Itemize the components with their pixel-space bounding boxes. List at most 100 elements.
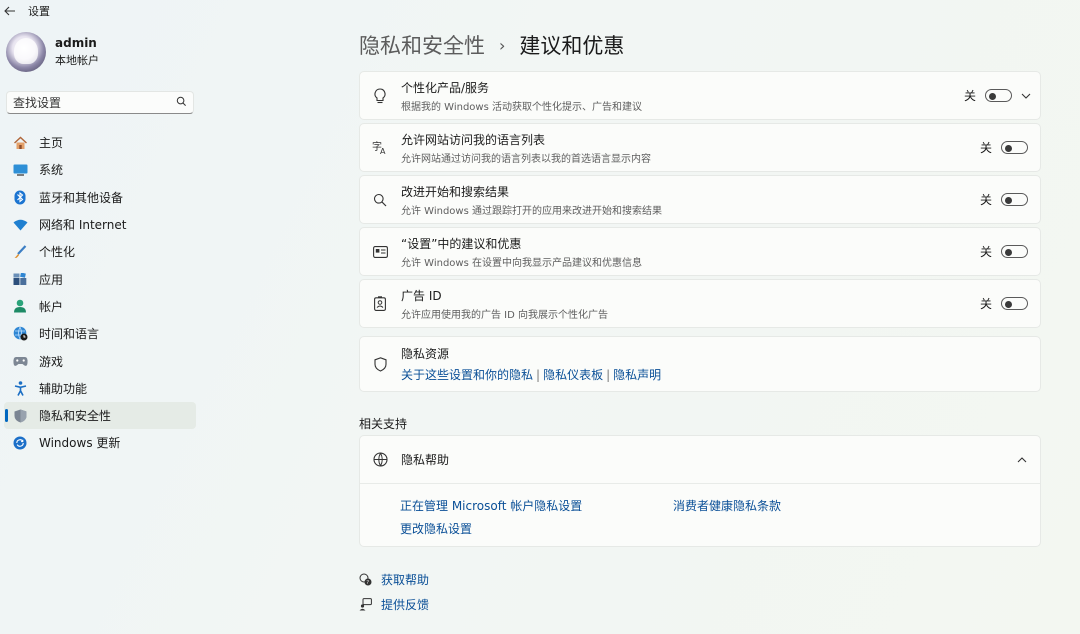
sidebar-item-time-language[interactable]: 时间和语言 xyxy=(4,320,196,347)
toggle-state-label: 关 xyxy=(963,89,976,103)
toggle-state-label: 关 xyxy=(979,297,992,311)
setting-title: 广告 ID xyxy=(401,288,442,303)
brush-icon xyxy=(12,244,28,260)
setting-start-search-results: 改进开始和搜索结果 允许 Windows 通过跟踪打开的应用来改进开始和搜索结果… xyxy=(359,175,1041,224)
svg-text:A: A xyxy=(380,147,386,155)
sidebar-item-accessibility[interactable]: 辅助功能 xyxy=(4,375,196,402)
sidebar-item-label: 系统 xyxy=(39,163,64,178)
sidebar-item-apps[interactable]: 应用 xyxy=(4,265,196,292)
wifi-icon xyxy=(12,217,28,233)
toggle-state-label: 关 xyxy=(979,193,992,207)
sidebar-item-label: 网络和 Internet xyxy=(39,218,127,233)
privacy-help-header[interactable]: 隐私帮助 xyxy=(360,436,1040,484)
sidebar-nav: 主页 系统 蓝牙和其他设备 网络和 Internet 个性化 应用 帐户 时间和… xyxy=(4,129,196,457)
setting-description: 允许 Windows 在设置中向我显示产品建议和优惠信息 xyxy=(401,257,642,269)
setting-title: 改进开始和搜索结果 xyxy=(401,184,510,199)
globe-clock-icon xyxy=(12,326,28,342)
setting-personalized-offers[interactable]: 个性化产品/服务 根据我的 Windows 活动获取个性化提示、广告和建议 关 xyxy=(359,71,1041,120)
language-list-toggle[interactable] xyxy=(1001,141,1028,154)
settings-card-icon xyxy=(372,244,388,260)
feedback-label[interactable]: 提供反馈 xyxy=(381,596,429,613)
link-separator: | xyxy=(536,368,541,382)
shield-outline-icon xyxy=(372,356,388,372)
get-help-label[interactable]: 获取帮助 xyxy=(381,571,429,588)
suggested-content-toggle[interactable] xyxy=(1001,245,1028,258)
personalized-offers-toggle[interactable] xyxy=(985,89,1012,102)
setting-title: 个性化产品/服务 xyxy=(401,80,490,95)
breadcrumb-parent[interactable]: 隐私和安全性 xyxy=(359,30,485,60)
sidebar-item-gaming[interactable]: 游戏 xyxy=(4,347,196,374)
link-separator: | xyxy=(606,368,611,382)
related-support-heading: 相关支持 xyxy=(359,417,408,431)
advertising-id-toggle[interactable] xyxy=(1001,297,1028,310)
setting-language-list: 字A 允许网站访问我的语言列表 允许网站通过访问我的语言列表以我的首选语言显示内… xyxy=(359,123,1041,172)
globe-icon xyxy=(372,452,388,468)
sidebar-item-label: 个性化 xyxy=(39,245,76,260)
system-icon xyxy=(12,162,28,178)
sidebar-item-label: Windows 更新 xyxy=(39,436,121,451)
search-input[interactable] xyxy=(7,94,175,111)
setting-advertising-id: 广告 ID 允许应用使用我的广告 ID 向我展示个性化广告 关 xyxy=(359,279,1041,328)
privacy-resources-title: 隐私资源 xyxy=(401,347,450,361)
home-icon xyxy=(12,135,28,151)
setting-title: 允许网站访问我的语言列表 xyxy=(401,132,546,147)
sidebar-item-label: 应用 xyxy=(39,272,64,287)
avatar xyxy=(6,32,46,72)
change-privacy-settings-link[interactable]: 更改隐私设置 xyxy=(400,520,472,537)
consumer-health-privacy-link[interactable]: 消费者健康隐私条款 xyxy=(673,497,781,514)
toggle-state-label: 关 xyxy=(979,141,992,155)
sidebar-item-label: 主页 xyxy=(39,136,64,151)
back-button[interactable] xyxy=(0,1,20,21)
user-name: admin xyxy=(55,36,97,50)
svg-text:?: ? xyxy=(366,580,369,586)
sidebar-item-label: 辅助功能 xyxy=(39,381,88,396)
search-box[interactable] xyxy=(6,91,194,114)
privacy-resources-card: 隐私资源 关于这些设置和你的隐私 | 隐私仪表板 | 隐私声明 xyxy=(359,336,1041,392)
update-icon xyxy=(12,435,28,451)
start-search-toggle[interactable] xyxy=(1001,193,1028,206)
bluetooth-icon xyxy=(12,189,28,205)
sidebar-item-accounts[interactable]: 帐户 xyxy=(4,293,196,320)
manage-microsoft-privacy-link[interactable]: 正在管理 Microsoft 帐户隐私设置 xyxy=(400,497,582,514)
sidebar-item-network[interactable]: 网络和 Internet xyxy=(4,211,196,238)
back-arrow-icon xyxy=(4,6,15,16)
sidebar-item-bluetooth[interactable]: 蓝牙和其他设备 xyxy=(4,184,196,211)
search-icon[interactable] xyxy=(176,96,187,107)
page-title: 建议和优惠 xyxy=(519,34,625,58)
shield-icon xyxy=(12,408,28,424)
feedback-link[interactable]: 提供反馈 xyxy=(359,596,429,613)
search-icon xyxy=(372,192,388,208)
accessibility-icon xyxy=(12,380,28,396)
sidebar-item-windows-update[interactable]: Windows 更新 xyxy=(4,429,196,456)
sidebar-item-personalization[interactable]: 个性化 xyxy=(4,238,196,265)
sidebar-item-label: 时间和语言 xyxy=(39,327,100,342)
account-type: 本地帐户 xyxy=(55,54,99,67)
toggle-state-label: 关 xyxy=(979,245,992,259)
app-title: 设置 xyxy=(28,5,50,18)
privacy-help-title: 隐私帮助 xyxy=(401,453,450,467)
chevron-down-icon[interactable] xyxy=(1018,88,1034,104)
sidebar-item-label: 游戏 xyxy=(39,354,64,369)
setting-description: 允许网站通过访问我的语言列表以我的首选语言显示内容 xyxy=(401,153,651,165)
breadcrumb-separator: › xyxy=(499,35,506,55)
breadcrumb: 隐私和安全性 › 建议和优惠 xyxy=(359,30,624,60)
chevron-up-icon[interactable] xyxy=(1014,452,1030,468)
setting-title: “设置”中的建议和优惠 xyxy=(401,236,522,251)
help-chat-icon: ? xyxy=(359,573,372,586)
sidebar-item-system[interactable]: 系统 xyxy=(4,156,196,183)
privacy-statement-link[interactable]: 隐私声明 xyxy=(613,368,661,382)
privacy-help-card: 隐私帮助 正在管理 Microsoft 帐户隐私设置 消费者健康隐私条款 更改隐… xyxy=(359,435,1041,547)
sidebar-item-privacy-security[interactable]: 隐私和安全性 xyxy=(4,401,196,430)
setting-suggested-content: “设置”中的建议和优惠 允许 Windows 在设置中向我显示产品建议和优惠信息… xyxy=(359,227,1041,276)
privacy-settings-link[interactable]: 关于这些设置和你的隐私 xyxy=(401,368,533,382)
get-help-link[interactable]: ? 获取帮助 xyxy=(359,571,429,588)
title-bar: 设置 xyxy=(0,0,1080,22)
sidebar-item-home[interactable]: 主页 xyxy=(4,129,196,156)
privacy-dashboard-link[interactable]: 隐私仪表板 xyxy=(543,368,603,382)
feedback-icon xyxy=(359,598,372,611)
user-profile[interactable]: admin 本地帐户 xyxy=(6,32,99,72)
person-icon xyxy=(12,298,28,314)
sidebar-item-label: 蓝牙和其他设备 xyxy=(39,190,124,205)
setting-description: 允许应用使用我的广告 ID 向我展示个性化广告 xyxy=(401,309,609,321)
gamepad-icon xyxy=(12,353,28,369)
